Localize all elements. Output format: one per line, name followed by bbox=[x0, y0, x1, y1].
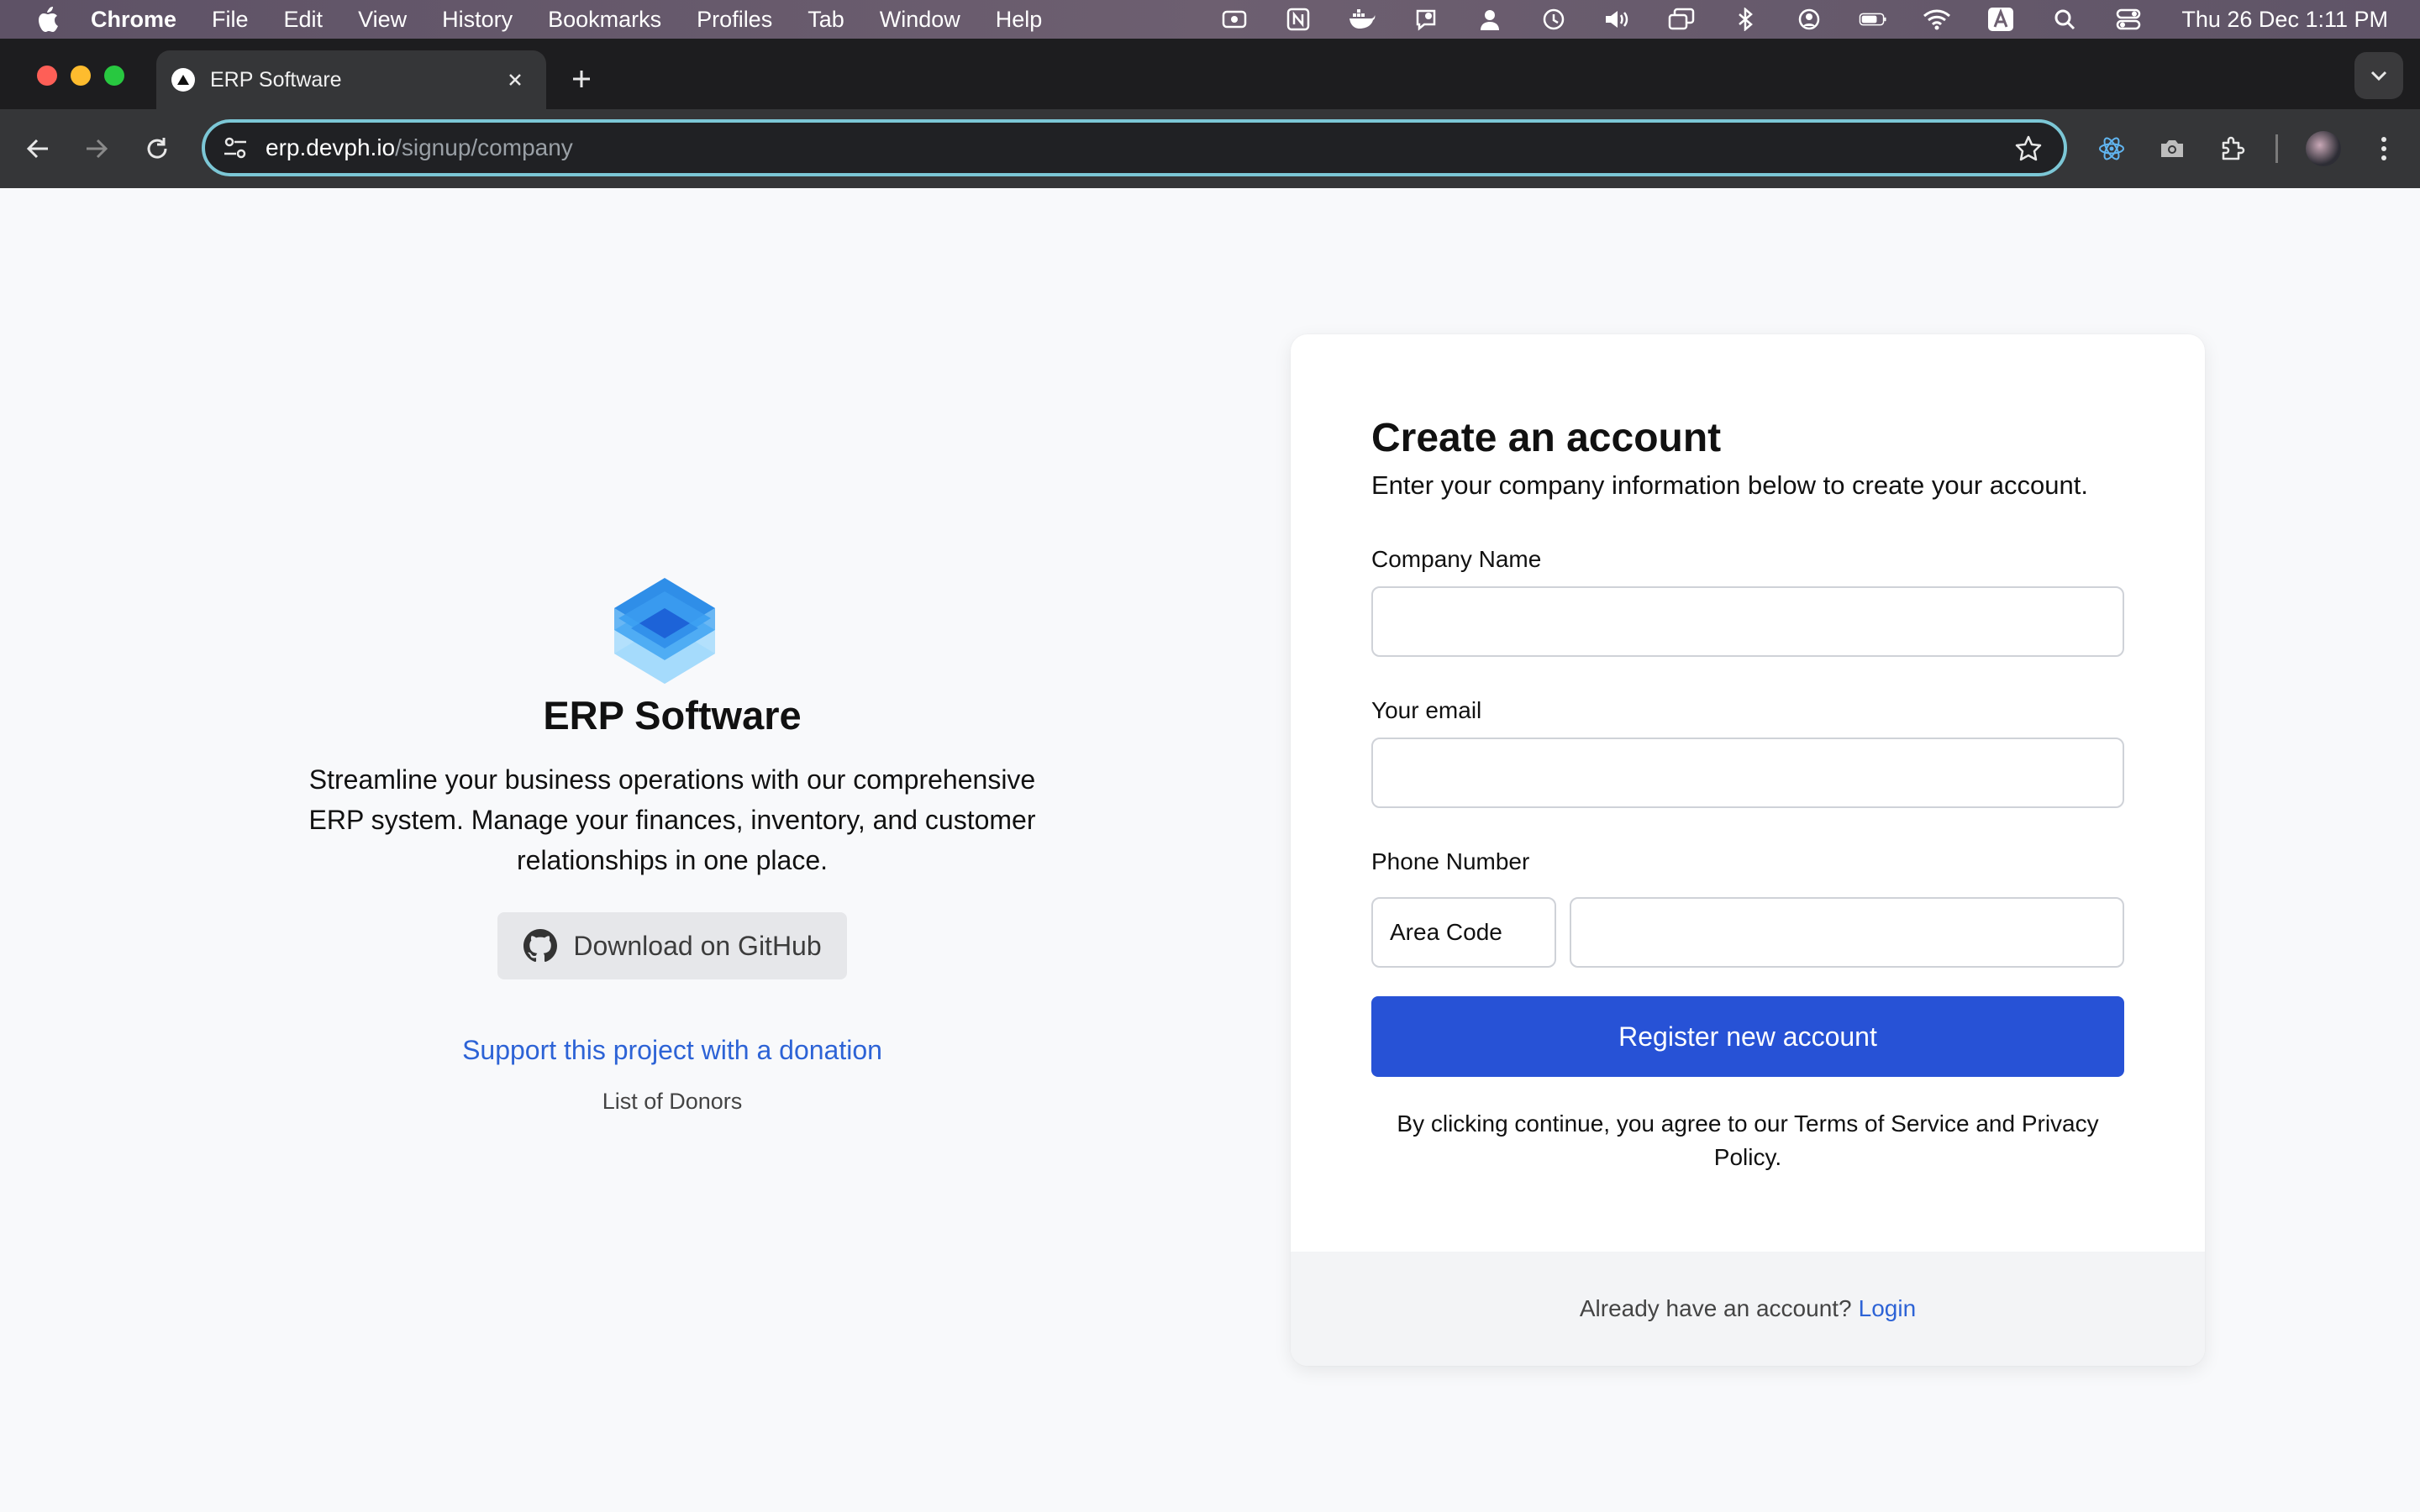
status-area: Thu 26 Dec 1:11 PM bbox=[1185, 0, 2388, 39]
login-link[interactable]: Login bbox=[1859, 1295, 1917, 1322]
download-github-label: Download on GitHub bbox=[573, 930, 822, 961]
menu-edit[interactable]: Edit bbox=[284, 7, 324, 33]
user-icon[interactable] bbox=[1476, 7, 1504, 32]
wifi-icon[interactable] bbox=[1923, 7, 1951, 32]
url-text[interactable]: erp.devph.io/signup/company bbox=[266, 134, 2012, 161]
url-host: erp.devph.io bbox=[266, 134, 396, 160]
hero-title: ERP Software bbox=[543, 693, 802, 738]
page-content: ERP Software Streamline your business op… bbox=[0, 188, 2420, 1512]
react-devtools-icon[interactable] bbox=[2094, 131, 2129, 166]
email-input[interactable] bbox=[1371, 738, 2124, 808]
donation-link[interactable]: Support this project with a donation bbox=[286, 1035, 1059, 1066]
erp-logo-layers-icon bbox=[610, 575, 719, 685]
tab-title: ERP Software bbox=[210, 67, 342, 92]
triangle-favicon-icon bbox=[171, 68, 195, 92]
more-menu-kebab-icon[interactable] bbox=[2366, 131, 2402, 166]
phone-number-input[interactable] bbox=[1570, 897, 2124, 968]
company-name-input[interactable] bbox=[1371, 586, 2124, 657]
menubar-clock[interactable]: Thu 26 Dec 1:11 PM bbox=[2181, 7, 2388, 33]
volume-icon[interactable] bbox=[1603, 7, 1632, 32]
email-label: Your email bbox=[1371, 697, 1482, 723]
card-footer: Already have an account? Login bbox=[1291, 1252, 2205, 1366]
bookmark-star-icon[interactable] bbox=[2012, 131, 2045, 165]
menu-bookmarks[interactable]: Bookmarks bbox=[548, 7, 661, 33]
tab-close-icon[interactable] bbox=[502, 67, 528, 92]
menu-profiles[interactable]: Profiles bbox=[697, 7, 772, 33]
signup-card: Create an account Enter your company inf… bbox=[1291, 334, 2205, 1366]
new-tab-plus-icon[interactable] bbox=[565, 62, 598, 96]
window-minimize-button[interactable] bbox=[71, 66, 91, 86]
input-source-icon[interactable] bbox=[1986, 7, 2015, 32]
screens-icon[interactable] bbox=[1667, 7, 1696, 32]
menu-file[interactable]: File bbox=[212, 7, 249, 33]
extensions-puzzle-icon[interactable] bbox=[2215, 131, 2250, 166]
chat-app-icon[interactable] bbox=[1412, 7, 1440, 32]
list-of-donors-link[interactable]: List of Donors bbox=[286, 1089, 1059, 1115]
control-center-icon[interactable] bbox=[2114, 7, 2143, 32]
menu-app-name[interactable]: Chrome bbox=[91, 7, 176, 33]
url-path: /signup/company bbox=[395, 134, 573, 160]
menu-window[interactable]: Window bbox=[880, 7, 960, 33]
footer-prompt: Already have an account? bbox=[1579, 1295, 1852, 1321]
profile-avatar[interactable] bbox=[2306, 131, 2341, 166]
hero-description: Streamline your business operations with… bbox=[308, 764, 1036, 875]
back-arrow-icon[interactable] bbox=[20, 131, 55, 166]
spotlight-search-icon[interactable] bbox=[2050, 7, 2079, 32]
menu-view[interactable]: View bbox=[358, 7, 407, 33]
docker-icon[interactable] bbox=[1348, 7, 1376, 32]
time-machine-icon[interactable] bbox=[1539, 7, 1568, 32]
apple-icon[interactable] bbox=[32, 4, 62, 34]
reload-icon[interactable] bbox=[139, 131, 175, 166]
form-heading: Create an account bbox=[1371, 416, 1722, 460]
company-name-label: Company Name bbox=[1371, 546, 1542, 572]
camera-extension-icon[interactable] bbox=[2154, 131, 2190, 166]
site-settings-tune-icon[interactable] bbox=[220, 133, 250, 163]
address-bar[interactable]: erp.devph.io/signup/company bbox=[202, 119, 2067, 176]
battery-icon[interactable] bbox=[1859, 7, 1887, 32]
menu-history[interactable]: History bbox=[442, 7, 513, 33]
menu-help[interactable]: Help bbox=[996, 7, 1043, 33]
tab-search-chevron-down-icon[interactable] bbox=[2354, 52, 2403, 99]
forward-arrow-icon[interactable] bbox=[79, 131, 114, 166]
account-circle-icon[interactable] bbox=[1795, 7, 1823, 32]
area-code-select[interactable]: Area Code bbox=[1371, 897, 1556, 968]
browser-toolbar: erp.devph.io/signup/company bbox=[0, 109, 2420, 188]
screen-record-icon[interactable] bbox=[1220, 7, 1249, 32]
browser-tab-strip: ERP Software bbox=[0, 39, 2420, 109]
register-button[interactable]: Register new account bbox=[1371, 996, 2124, 1077]
form-subheading: Enter your company information below to … bbox=[1371, 470, 2088, 500]
toolbar-separator bbox=[2275, 134, 2278, 163]
download-github-button[interactable]: Download on GitHub bbox=[497, 912, 847, 979]
terms-notice: By clicking continue, you agree to our T… bbox=[1397, 1110, 2099, 1170]
github-icon bbox=[523, 928, 558, 963]
macos-menu-bar: Chrome File Edit View History Bookmarks … bbox=[0, 0, 2420, 39]
bluetooth-icon[interactable] bbox=[1731, 7, 1760, 32]
menu-tab[interactable]: Tab bbox=[808, 7, 844, 33]
tab-erp-software[interactable]: ERP Software bbox=[156, 50, 546, 109]
window-zoom-button[interactable] bbox=[104, 66, 124, 86]
window-close-button[interactable] bbox=[37, 66, 57, 86]
phone-number-label: Phone Number bbox=[1371, 848, 1530, 874]
notion-icon[interactable] bbox=[1284, 7, 1313, 32]
